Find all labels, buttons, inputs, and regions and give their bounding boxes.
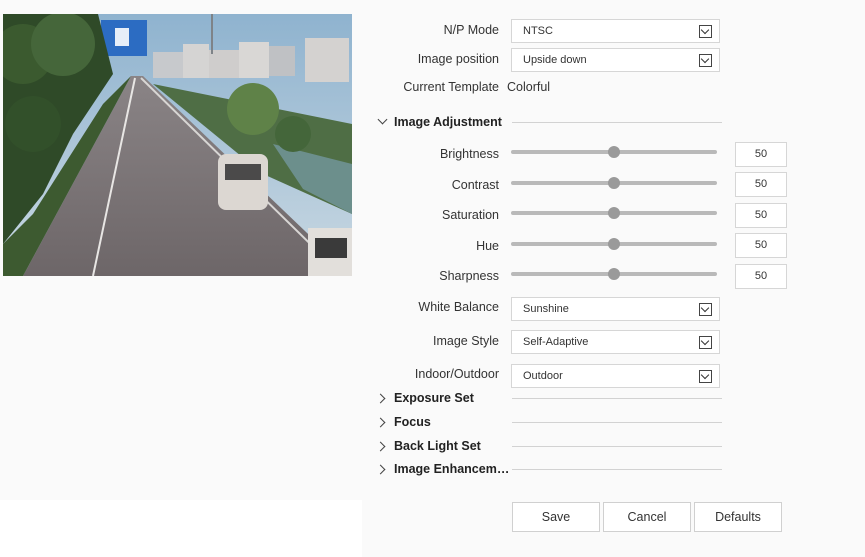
contrast-label: Contrast (451, 178, 499, 192)
slider-handle[interactable] (608, 207, 620, 219)
divider (512, 122, 722, 123)
hue-slider[interactable] (511, 236, 717, 252)
chevron-down-icon[interactable] (699, 303, 712, 316)
indoor-outdoor-select[interactable]: Outdoor (511, 364, 720, 388)
chevron-right-icon[interactable] (375, 393, 386, 404)
sharpness-value-input[interactable]: 50 (735, 264, 787, 289)
image-style-label: Image Style (432, 334, 499, 348)
image-position-value: Upside down (523, 54, 587, 66)
section-exposure-set-title: Exposure Set (394, 391, 474, 405)
contrast-slider[interactable] (511, 175, 717, 191)
divider (512, 398, 722, 399)
np-mode-select[interactable]: NTSC (511, 19, 720, 43)
saturation-value-input[interactable]: 50 (735, 203, 787, 228)
chevron-down-icon[interactable] (377, 114, 388, 125)
chevron-right-icon[interactable] (375, 417, 386, 428)
image-style-select[interactable]: Self-Adaptive (511, 330, 720, 354)
brightness-value-input[interactable]: 50 (735, 142, 787, 167)
np-mode-value: NTSC (523, 25, 553, 37)
section-back-light-set[interactable]: Back Light Set (375, 439, 507, 455)
indoor-outdoor-label: Indoor/Outdoor (414, 367, 499, 381)
chevron-down-icon[interactable] (699, 54, 712, 67)
image-position-select[interactable]: Upside down (511, 48, 720, 72)
white-balance-value: Sunshine (523, 303, 569, 315)
contrast-value-input[interactable]: 50 (735, 172, 787, 197)
chevron-right-icon[interactable] (375, 441, 386, 452)
section-back-light-set-title: Back Light Set (394, 439, 481, 453)
saturation-label: Saturation (442, 208, 499, 222)
image-position-label: Image position (417, 52, 499, 66)
section-image-enhancement-title: Image Enhancem… (394, 462, 510, 476)
white-balance-select[interactable]: Sunshine (511, 297, 720, 321)
np-mode-label: N/P Mode (443, 23, 499, 37)
sharpness-label: Sharpness (439, 269, 499, 283)
defaults-button[interactable]: Defaults (694, 502, 782, 532)
hue-value-input[interactable]: 50 (735, 233, 787, 258)
save-button[interactable]: Save (512, 502, 600, 532)
camera-preview-image (3, 14, 352, 276)
current-template-label: Current Template (403, 80, 499, 94)
hue-label: Hue (476, 239, 499, 253)
divider (512, 469, 722, 470)
white-balance-label: White Balance (418, 300, 499, 314)
indoor-outdoor-value: Outdoor (523, 370, 563, 382)
section-image-enhancement[interactable]: Image Enhancem… (375, 462, 510, 478)
saturation-slider[interactable] (511, 205, 717, 221)
cancel-button[interactable]: Cancel (603, 502, 691, 532)
section-focus[interactable]: Focus (375, 415, 507, 431)
section-image-adjustment[interactable]: Image Adjustment (377, 114, 507, 131)
slider-handle[interactable] (608, 268, 620, 280)
divider (512, 422, 722, 423)
chevron-down-icon[interactable] (699, 25, 712, 38)
slider-handle[interactable] (608, 146, 620, 158)
slider-handle[interactable] (608, 177, 620, 189)
chevron-down-icon[interactable] (699, 370, 712, 383)
image-style-value: Self-Adaptive (523, 336, 589, 348)
camera-preview (3, 14, 352, 276)
sharpness-slider[interactable] (511, 266, 717, 282)
slider-handle[interactable] (608, 238, 620, 250)
brightness-slider[interactable] (511, 144, 717, 160)
current-template-value: Colorful (507, 80, 551, 94)
chevron-down-icon[interactable] (699, 336, 712, 349)
blank-area (0, 500, 362, 557)
brightness-label: Brightness (439, 147, 499, 161)
section-focus-title: Focus (394, 415, 431, 429)
divider (512, 446, 722, 447)
section-image-adjustment-title: Image Adjustment (394, 115, 502, 129)
chevron-right-icon[interactable] (375, 464, 386, 475)
section-exposure-set[interactable]: Exposure Set (375, 391, 507, 407)
